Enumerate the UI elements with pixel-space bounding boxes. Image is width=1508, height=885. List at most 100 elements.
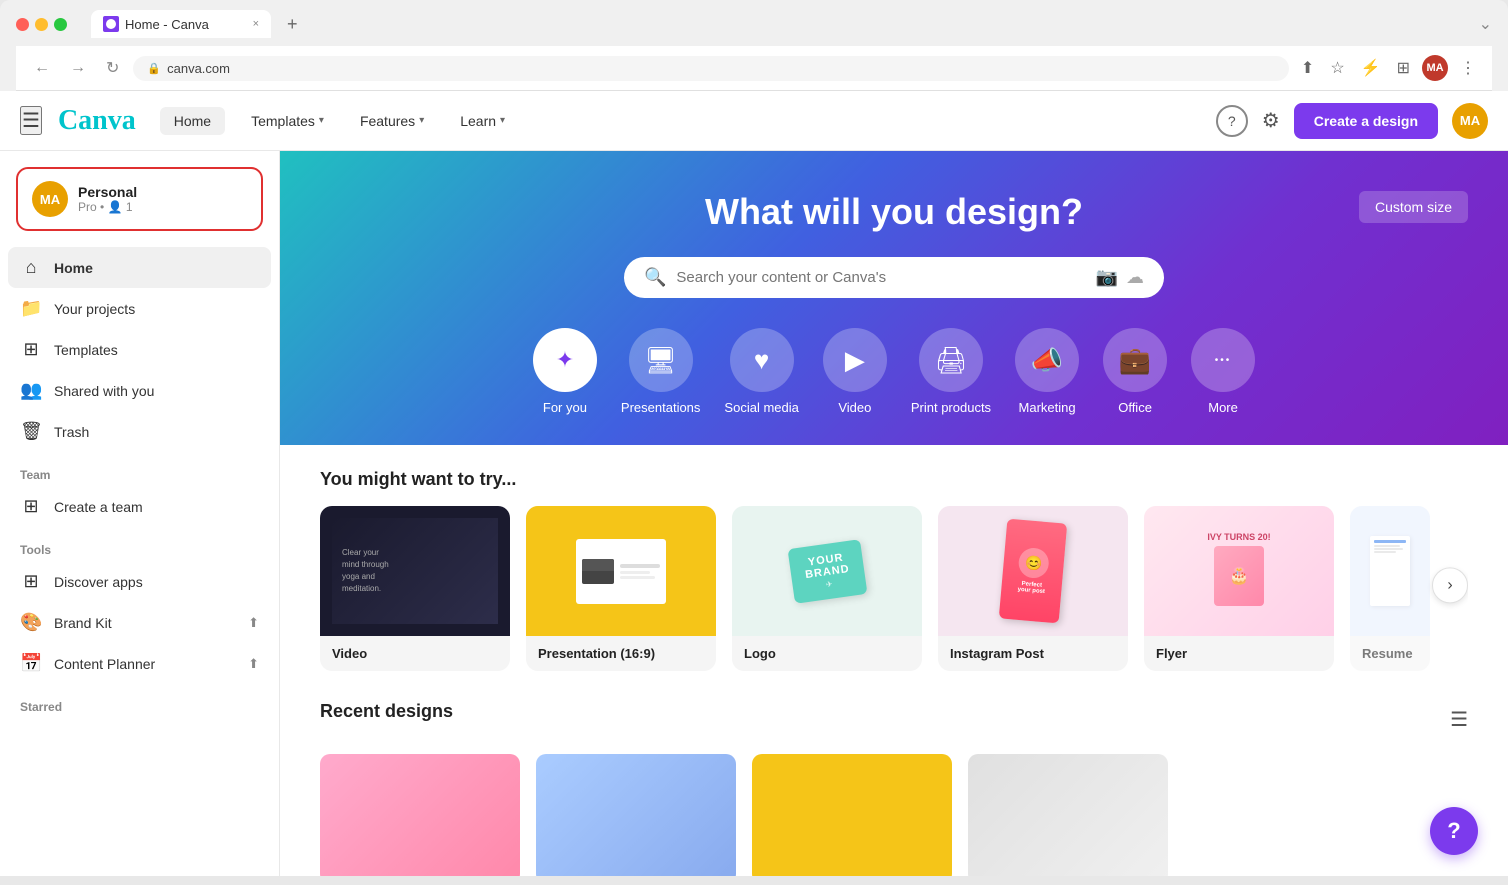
category-marketing[interactable]: 📣 Marketing xyxy=(1015,328,1079,415)
recent-card-2[interactable] xyxy=(536,754,736,876)
custom-size-button[interactable]: Custom size xyxy=(1359,191,1468,223)
recent-card-1[interactable] xyxy=(320,754,520,876)
flyer-card-label: Flyer xyxy=(1144,636,1334,671)
share-button[interactable]: ⬆ xyxy=(1297,54,1318,82)
profile-name: Personal xyxy=(78,184,137,200)
recent-card-3[interactable] xyxy=(752,754,952,876)
category-for-you[interactable]: ✦ For you xyxy=(533,328,597,415)
presentations-circle: 🖥 xyxy=(629,328,693,392)
reload-button[interactable]: ↻ xyxy=(100,54,125,82)
trash-icon: 🗑 xyxy=(20,421,42,442)
category-more[interactable]: ••• More xyxy=(1191,328,1255,415)
settings-button[interactable]: ⚙ xyxy=(1262,108,1280,133)
profile-avatar: MA xyxy=(32,181,68,217)
new-tab-button[interactable]: + xyxy=(279,14,306,35)
minimize-dot[interactable] xyxy=(35,18,48,31)
bookmark-button[interactable]: ☆ xyxy=(1326,54,1348,82)
sidebar-item-brand-kit[interactable]: 🎨 Brand Kit ⬆ xyxy=(8,602,271,643)
sidebar-label-projects: Your projects xyxy=(54,301,135,317)
category-print-products[interactable]: 🖨 Print products xyxy=(911,328,991,415)
category-office[interactable]: 💼 Office xyxy=(1103,328,1167,415)
profile-meta: Pro • 👤 1 xyxy=(78,200,137,214)
design-card-video[interactable]: Clear your mind through yoga and meditat… xyxy=(320,506,510,671)
design-card-logo[interactable]: YOUR BRAND ✈ Logo xyxy=(732,506,922,671)
lock-icon: 🔒 xyxy=(147,62,161,75)
hamburger-menu[interactable]: ☰ xyxy=(20,106,42,135)
category-video[interactable]: ▶ Video xyxy=(823,328,887,415)
tab-close-button[interactable]: × xyxy=(253,18,259,30)
templates-icon: ⊞ xyxy=(20,339,42,360)
hero-section: What will you design? Custom size 🔍 📷 ☁ … xyxy=(280,151,1508,445)
print-products-circle: 🖨 xyxy=(919,328,983,392)
templates-chevron: ▾ xyxy=(319,115,324,126)
top-nav-right: ? ⚙ Create a design MA xyxy=(1216,103,1488,139)
sidebar-item-content-planner[interactable]: 📅 Content Planner ⬆ xyxy=(8,643,271,684)
design-card-resume[interactable]: Resume xyxy=(1350,506,1430,671)
profile-card[interactable]: MA Personal Pro • 👤 1 xyxy=(16,167,263,231)
sidebar-label-shared: Shared with you xyxy=(54,383,154,399)
maximize-dot[interactable] xyxy=(54,18,67,31)
create-design-button[interactable]: Create a design xyxy=(1294,103,1438,139)
video-circle: ▶ xyxy=(823,328,887,392)
sidebar-item-create-team[interactable]: ⊞ Create a team xyxy=(8,486,271,527)
recent-card-4[interactable] xyxy=(968,754,1168,876)
extensions-button[interactable]: ⚡ xyxy=(1357,54,1385,82)
browser-tab[interactable]: Home - Canva × xyxy=(91,10,271,38)
shared-icon: 👥 xyxy=(20,380,42,401)
recent-title: Recent designs xyxy=(320,701,453,722)
office-circle: 💼 xyxy=(1103,328,1167,392)
brand-kit-badge: ⬆ xyxy=(248,615,259,631)
close-dot[interactable] xyxy=(16,18,29,31)
sidebar-item-discover-apps[interactable]: ⊞ Discover apps xyxy=(8,561,271,602)
content-planner-badge: ⬆ xyxy=(248,656,259,672)
tab-favicon xyxy=(103,16,119,32)
help-button[interactable]: ? xyxy=(1216,105,1248,137)
sidebar-item-templates[interactable]: ⊞ Templates xyxy=(8,329,271,370)
content-body: You might want to try... Clear your mind… xyxy=(280,445,1508,876)
camera-icon[interactable]: 📷 xyxy=(1096,267,1118,288)
instagram-thumb: 😊 Perfect your post xyxy=(938,506,1128,636)
tools-section-label: Tools xyxy=(0,527,279,561)
upload-icon[interactable]: ☁ xyxy=(1126,267,1144,288)
learn-chevron: ▾ xyxy=(500,115,505,126)
team-nav: ⊞ Create a team xyxy=(0,486,279,527)
learn-nav-button[interactable]: Learn ▾ xyxy=(450,107,515,135)
video-thumb: Clear your mind through yoga and meditat… xyxy=(320,506,510,636)
back-button[interactable]: ← xyxy=(28,55,56,81)
recent-list-view-button[interactable]: ☰ xyxy=(1450,707,1468,732)
starred-section-label: Starred xyxy=(0,684,279,718)
sidebar-item-your-projects[interactable]: 📁 Your projects xyxy=(8,288,271,329)
search-input[interactable] xyxy=(676,269,1085,286)
design-card-presentation[interactable]: Presentation (16:9) xyxy=(526,506,716,671)
sidebar-item-home[interactable]: ⌂ Home xyxy=(8,247,271,288)
cards-next-button[interactable]: › xyxy=(1432,567,1468,603)
sidebar-item-trash[interactable]: 🗑 Trash xyxy=(8,411,271,452)
more-button[interactable]: ⋮ xyxy=(1456,54,1480,82)
team-section-label: Team xyxy=(0,452,279,486)
templates-nav-button[interactable]: Templates ▾ xyxy=(241,107,334,135)
resume-thumb xyxy=(1350,506,1430,636)
profile-info: Personal Pro • 👤 1 xyxy=(78,184,137,214)
forward-button[interactable]: → xyxy=(64,55,92,81)
toolbar-actions: ⬆ ☆ ⚡ ⊞ MA ⋮ xyxy=(1297,54,1480,82)
projects-icon: 📁 xyxy=(20,298,42,319)
for-you-icon: ✦ xyxy=(556,347,574,373)
features-nav-button[interactable]: Features ▾ xyxy=(350,107,434,135)
design-card-flyer[interactable]: IVY TURNS 20! 🎂 Flyer xyxy=(1144,506,1334,671)
design-card-instagram[interactable]: 😊 Perfect your post Instagram Post xyxy=(938,506,1128,671)
sidebar-label-content-planner: Content Planner xyxy=(54,656,155,672)
browser-user-avatar[interactable]: MA xyxy=(1422,55,1448,81)
address-bar[interactable]: 🔒 canva.com xyxy=(133,56,1289,81)
home-nav-button[interactable]: Home xyxy=(160,107,225,135)
sidebar-item-shared[interactable]: 👥 Shared with you xyxy=(8,370,271,411)
category-social-media[interactable]: ♥ Social media xyxy=(724,328,798,415)
more-label: More xyxy=(1208,400,1238,415)
home-icon: ⌂ xyxy=(20,257,42,278)
print-products-label: Print products xyxy=(911,400,991,415)
profile-button[interactable]: ⊞ xyxy=(1393,54,1414,82)
help-float-button[interactable]: ? xyxy=(1430,807,1478,855)
presentations-label: Presentations xyxy=(621,400,701,415)
category-presentations[interactable]: 🖥 Presentations xyxy=(621,328,701,415)
print-products-icon: 🖨 xyxy=(934,345,967,376)
user-avatar[interactable]: MA xyxy=(1452,103,1488,139)
